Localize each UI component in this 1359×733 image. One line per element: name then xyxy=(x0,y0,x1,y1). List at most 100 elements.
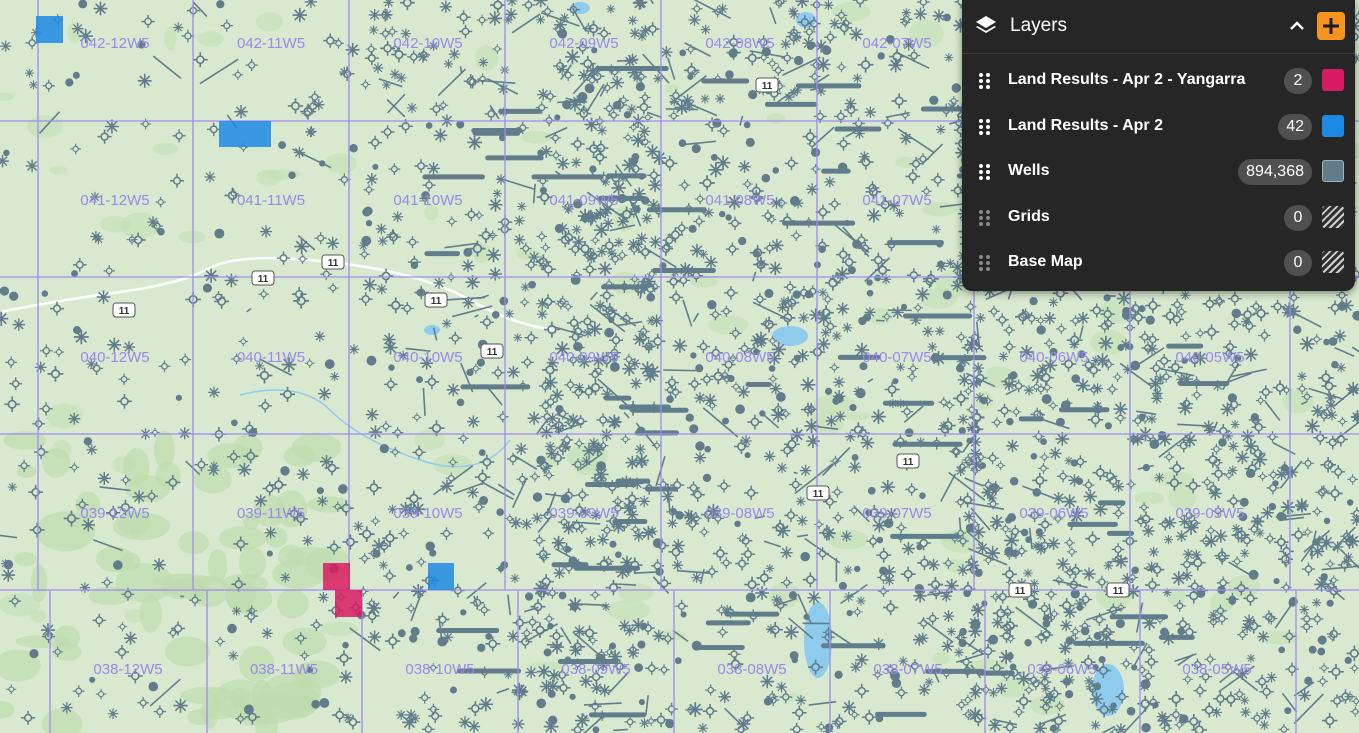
well-dot xyxy=(1323,517,1331,525)
layers-icon xyxy=(976,16,996,33)
well-dot xyxy=(789,196,800,206)
well-dot xyxy=(1131,664,1138,671)
well-dot xyxy=(1228,596,1237,605)
highway-shield: 11 xyxy=(1008,582,1032,598)
well-symbol xyxy=(997,351,1009,362)
well-symbol xyxy=(638,24,652,38)
well-symbol xyxy=(828,17,841,30)
drag-handle-icon[interactable] xyxy=(979,164,991,180)
well-symbol xyxy=(466,414,481,429)
well-symbol xyxy=(371,537,388,554)
well-dot xyxy=(405,564,413,572)
well-dot xyxy=(768,365,776,372)
well-dot xyxy=(592,726,600,733)
forest-patch xyxy=(606,599,651,621)
add-layer-button[interactable] xyxy=(1317,12,1345,40)
svg-text:11: 11 xyxy=(1113,586,1124,597)
well-dot xyxy=(764,288,774,298)
well-dot xyxy=(955,364,965,373)
well-symbol xyxy=(799,464,812,477)
svg-text:11: 11 xyxy=(258,274,269,285)
layers-panel-header[interactable]: Layers xyxy=(962,0,1355,54)
drag-handle-icon[interactable] xyxy=(979,255,991,271)
land-parcel-apr2[interactable] xyxy=(428,563,454,590)
chevron-up-icon[interactable] xyxy=(1286,15,1308,37)
well-symbol xyxy=(626,646,640,660)
well-dot xyxy=(824,387,833,395)
well-symbol xyxy=(572,624,587,639)
well-dot xyxy=(609,540,617,548)
well-dot xyxy=(1312,538,1320,546)
grid-label: 039-12W5 xyxy=(80,505,149,522)
layer-color-swatch[interactable] xyxy=(1322,115,1344,137)
drag-handle-icon[interactable] xyxy=(979,73,991,89)
well-dot xyxy=(366,355,377,366)
well-symbol xyxy=(513,214,526,227)
well-dot xyxy=(410,626,420,637)
well-symbol xyxy=(561,520,576,536)
well-dot xyxy=(685,413,694,422)
well-symbol xyxy=(236,461,253,478)
forest-patch xyxy=(124,608,146,623)
well-dot xyxy=(476,358,485,367)
well-dot xyxy=(1130,360,1141,371)
layer-row[interactable]: Wells 894,368 xyxy=(962,150,1355,194)
svg-text:11: 11 xyxy=(328,258,339,269)
well-symbol xyxy=(486,10,503,27)
well-dot xyxy=(1278,646,1286,654)
land-parcel-apr2[interactable] xyxy=(219,121,271,147)
well-symbol xyxy=(146,215,160,229)
well-dot xyxy=(735,404,745,415)
well-dot xyxy=(1328,337,1338,346)
well-symbol xyxy=(504,308,515,319)
well-dot xyxy=(803,613,810,621)
well-symbol xyxy=(1076,311,1090,326)
well-dot xyxy=(1104,422,1113,430)
well-symbol xyxy=(1243,346,1259,363)
forest-patch xyxy=(516,249,542,260)
well-symbol xyxy=(1179,289,1191,301)
well-dot xyxy=(1268,502,1277,511)
well-dot xyxy=(916,543,923,551)
well-symbol xyxy=(991,616,1005,630)
layer-color-swatch[interactable] xyxy=(1322,160,1344,182)
layer-color-swatch[interactable] xyxy=(1322,69,1344,91)
well-symbol xyxy=(934,325,946,337)
drag-handle-icon[interactable] xyxy=(979,119,991,135)
well-symbol xyxy=(25,158,40,173)
well-symbol xyxy=(478,57,489,68)
layer-row[interactable]: Base Map 0 xyxy=(962,241,1355,285)
well-symbol xyxy=(1213,528,1229,544)
well-dot xyxy=(989,483,999,492)
layer-color-swatch[interactable] xyxy=(1322,251,1344,273)
well-symbol xyxy=(858,150,871,163)
layer-row[interactable]: Grids 0 xyxy=(962,196,1355,240)
drag-handle-icon[interactable] xyxy=(979,210,991,226)
grid-label: 038-12W5 xyxy=(93,661,162,678)
well-dot xyxy=(491,310,500,319)
well-symbol xyxy=(231,605,242,617)
forest-patch xyxy=(48,165,67,175)
well-dot xyxy=(280,466,290,476)
well-symbol xyxy=(85,443,98,456)
grid-label: 041-11W5 xyxy=(237,192,305,209)
well-dot xyxy=(560,493,571,504)
well-symbol xyxy=(1311,597,1322,608)
land-parcel-yangarra[interactable] xyxy=(323,563,350,590)
well-symbol xyxy=(1112,401,1129,417)
forest-patch xyxy=(115,563,174,603)
well-symbol xyxy=(151,557,167,573)
land-parcel-apr2[interactable] xyxy=(36,16,63,43)
layer-color-swatch[interactable] xyxy=(1322,206,1344,228)
layer-row[interactable]: Land Results - Apr 2 - Yangarra 2 xyxy=(962,59,1355,103)
land-parcel-yangarra[interactable] xyxy=(335,590,362,617)
well-symbol xyxy=(207,385,221,399)
layers-panel: Layers Land Results - Apr 2 - Yangarra 2… xyxy=(962,0,1355,291)
well-symbol xyxy=(883,574,896,587)
well-symbol xyxy=(1048,297,1059,308)
well-symbol xyxy=(367,629,382,645)
well-dot xyxy=(691,143,701,154)
layer-row[interactable]: Land Results - Apr 2 42 xyxy=(962,105,1355,149)
well-dot xyxy=(227,623,237,634)
well-symbol xyxy=(11,317,26,332)
